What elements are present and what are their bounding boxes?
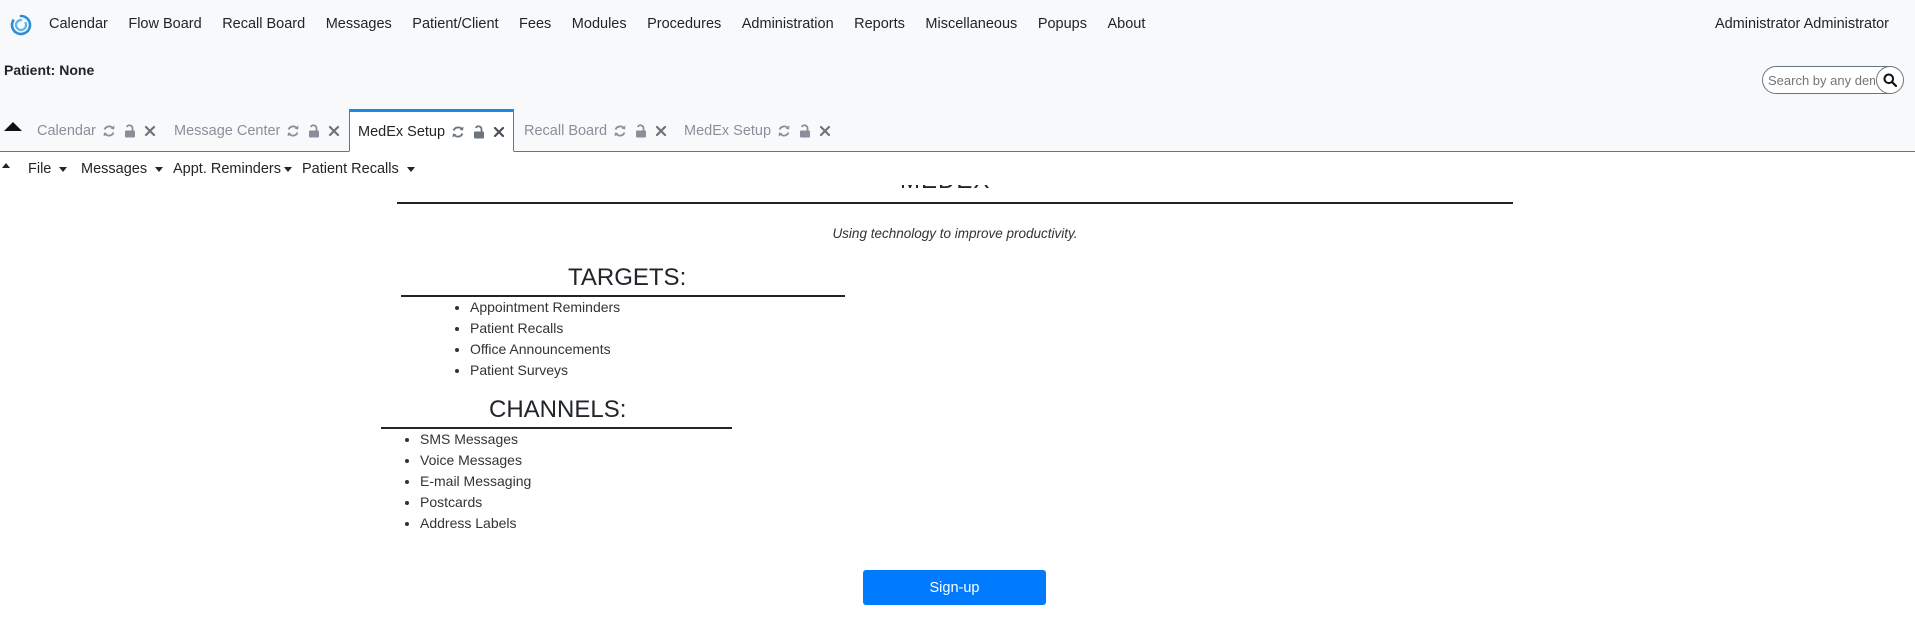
menu-about[interactable]: About	[1108, 16, 1146, 32]
menu-recall-board[interactable]: Recall Board	[222, 16, 305, 32]
close-icon[interactable]	[819, 125, 831, 137]
unlock-icon[interactable]	[634, 124, 648, 138]
list-item: Appointment Reminders	[470, 297, 620, 318]
submenu-appt-reminders-label: Appt. Reminders	[173, 161, 281, 177]
targets-divider	[401, 295, 845, 297]
unlock-icon[interactable]	[123, 124, 137, 138]
targets-heading: TARGETS:	[568, 264, 687, 291]
patient-search	[1762, 66, 1904, 94]
list-item: Patient Recalls	[470, 318, 620, 339]
signup-button[interactable]: Sign-up	[863, 570, 1046, 605]
tab-label: Recall Board	[524, 123, 608, 139]
tab-label: MedEx Setup	[684, 123, 772, 139]
menu-messages[interactable]: Messages	[326, 16, 392, 32]
list-item: Postcards	[420, 492, 531, 513]
caret-down-icon	[406, 166, 415, 172]
submenu-patient-recalls[interactable]: Patient Recalls	[302, 161, 415, 177]
channels-heading: CHANNELS:	[489, 396, 627, 423]
list-item: Patient Surveys	[470, 360, 620, 381]
refresh-icon[interactable]	[613, 124, 627, 138]
caret-down-icon	[59, 166, 68, 172]
submenu-patient-recalls-label: Patient Recalls	[302, 161, 399, 177]
submenu-messages-label: Messages	[81, 161, 148, 177]
menu-miscellaneous[interactable]: Miscellaneous	[925, 16, 1017, 32]
menu-procedures[interactable]: Procedures	[647, 16, 721, 32]
collapse-header-icon[interactable]	[4, 122, 22, 131]
menu-patient-client[interactable]: Patient/Client	[412, 16, 498, 32]
refresh-icon[interactable]	[286, 124, 300, 138]
patient-label: Patient: None	[4, 62, 95, 78]
refresh-icon[interactable]	[777, 124, 791, 138]
unlock-icon[interactable]	[472, 124, 486, 139]
menu-flow-board[interactable]: Flow Board	[128, 16, 201, 32]
submenu-appt-reminders[interactable]: Appt. Reminders	[173, 161, 292, 177]
tab-label: Calendar	[37, 123, 96, 139]
menu-popups[interactable]: Popups	[1038, 16, 1087, 32]
close-icon[interactable]	[655, 125, 667, 137]
list-item: E-mail Messaging	[420, 471, 531, 492]
caret-down-icon	[155, 166, 164, 172]
patient-bar: Patient: None	[0, 48, 1915, 110]
brand-title: MEDEX	[900, 185, 990, 195]
list-item: Voice Messages	[420, 450, 531, 471]
tab-recall-board[interactable]: Recall Board	[516, 110, 675, 152]
tab-medex-setup-active[interactable]: MedEx Setup	[349, 109, 515, 152]
medex-submenu: File Messages Appt. Reminders Patient Re…	[0, 153, 1915, 185]
targets-list: Appointment Reminders Patient Recalls Of…	[470, 297, 620, 381]
menu-calendar[interactable]: Calendar	[49, 16, 108, 32]
close-icon[interactable]	[144, 125, 156, 137]
unlock-icon[interactable]	[798, 124, 812, 138]
refresh-icon[interactable]	[451, 125, 465, 139]
medex-info-panel: MEDEX Using technology to improve produc…	[0, 185, 1915, 627]
menu-modules[interactable]: Modules	[572, 16, 627, 32]
list-item: SMS Messages	[420, 429, 531, 450]
collapse-submenu-icon[interactable]	[2, 163, 10, 168]
menu-fees[interactable]: Fees	[519, 16, 551, 32]
menu-administration[interactable]: Administration	[742, 16, 834, 32]
menu-reports[interactable]: Reports	[854, 16, 905, 32]
caret-down-icon	[284, 166, 292, 172]
app-logo-icon[interactable]	[10, 14, 32, 36]
refresh-icon[interactable]	[102, 124, 116, 138]
search-icon	[1883, 73, 1897, 87]
close-icon[interactable]	[328, 125, 340, 137]
top-navbar: Calendar Flow Board Recall Board Message…	[0, 0, 1915, 48]
channels-list: SMS Messages Voice Messages E-mail Messa…	[420, 429, 531, 534]
search-input[interactable]	[1763, 67, 1875, 93]
submenu-file-label: File	[28, 161, 52, 177]
tab-medex-setup[interactable]: MedEx Setup	[676, 110, 839, 152]
unlock-icon[interactable]	[307, 124, 321, 138]
user-menu[interactable]: Administrator Administrator	[1715, 16, 1889, 32]
submenu-file[interactable]: File	[28, 161, 68, 177]
submenu-messages[interactable]: Messages	[81, 161, 164, 177]
tab-bar: Calendar Message Center MedEx Setup Reca…	[0, 109, 1915, 152]
tab-message-center[interactable]: Message Center	[166, 110, 348, 152]
search-button[interactable]	[1876, 67, 1903, 93]
title-divider	[397, 202, 1513, 204]
main-menu: Calendar Flow Board Recall Board Message…	[49, 0, 1166, 48]
tab-calendar[interactable]: Calendar	[29, 110, 164, 152]
tab-label: MedEx Setup	[358, 123, 446, 140]
tagline: Using technology to improve productivity…	[832, 226, 1078, 241]
list-item: Address Labels	[420, 513, 531, 534]
tab-label: Message Center	[174, 123, 281, 139]
close-icon[interactable]	[493, 126, 505, 138]
list-item: Office Announcements	[470, 339, 620, 360]
